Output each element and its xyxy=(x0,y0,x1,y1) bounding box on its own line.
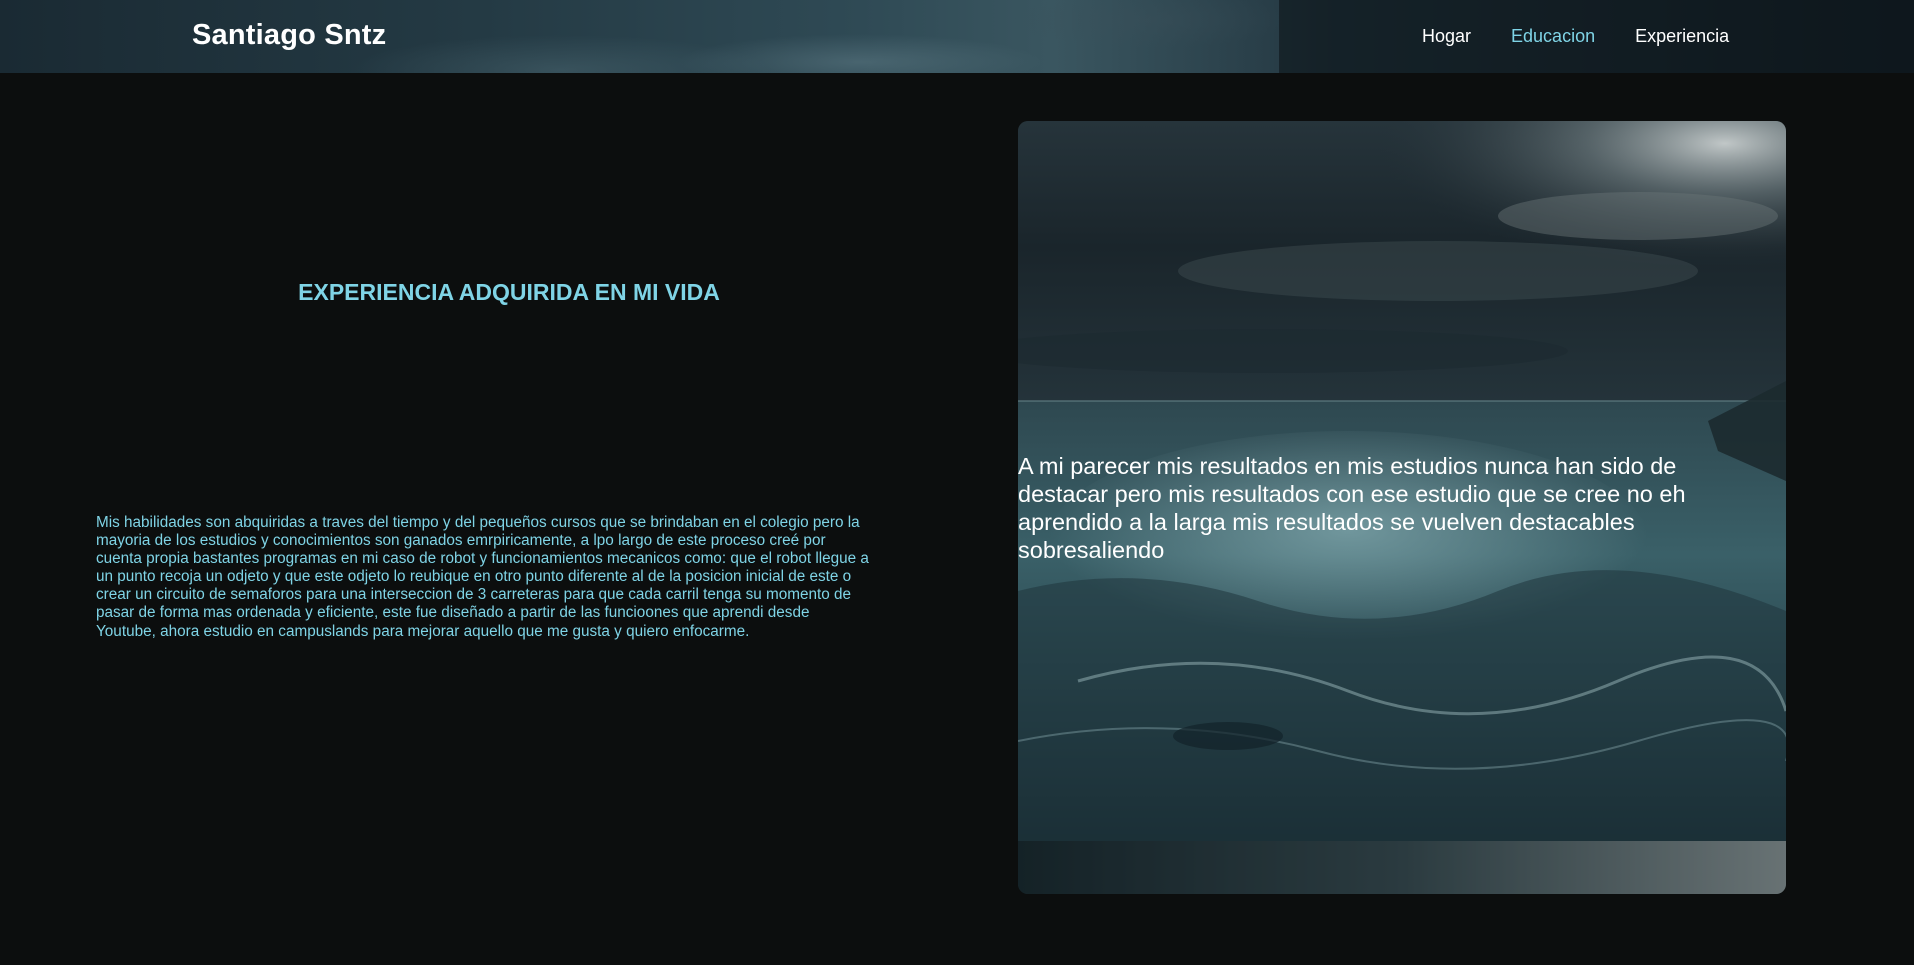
nav-link-educacion[interactable]: Educacion xyxy=(1511,26,1595,47)
main-nav: Hogar Educacion Experiencia xyxy=(1422,26,1729,47)
nav-link-experiencia[interactable]: Experiencia xyxy=(1635,26,1729,47)
ocean-image-card: A mi parecer mis resultados en mis estud… xyxy=(1018,121,1786,894)
site-logo[interactable]: Santiago Sntz xyxy=(192,19,386,52)
card-overlay-text: A mi parecer mis resultados en mis estud… xyxy=(1018,453,1686,563)
site-header: Santiago Sntz Hogar Educacion Experienci… xyxy=(0,0,1914,73)
nav-link-hogar[interactable]: Hogar xyxy=(1422,26,1471,47)
experience-paragraph: Mis habilidades son abquiridas a traves … xyxy=(96,514,869,640)
section-title: EXPERIENCIA ADQUIRIDA EN MI VIDA xyxy=(298,279,720,305)
